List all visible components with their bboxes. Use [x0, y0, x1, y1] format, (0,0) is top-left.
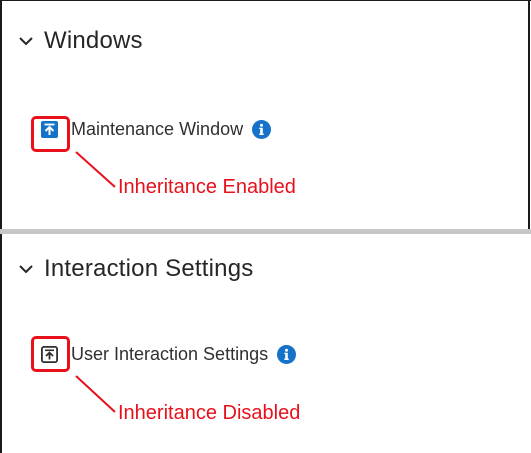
setting-row-user-interaction-settings: User Interaction Settings	[40, 342, 297, 366]
setting-row-maintenance-window: Maintenance Window	[41, 117, 272, 141]
callout-pointer-line	[75, 375, 116, 413]
section-title: Windows	[44, 27, 143, 54]
section-header-windows[interactable]: Windows	[18, 26, 143, 56]
setting-label: User Interaction Settings	[71, 343, 269, 364]
info-icon[interactable]	[252, 119, 272, 139]
callout-label: Inheritance Disabled	[118, 402, 301, 424]
section-divider	[0, 229, 531, 234]
chevron-down-icon	[18, 33, 34, 49]
frame-border-right	[528, 0, 530, 232]
callout-highlight-box	[31, 336, 70, 372]
section-title: Interaction Settings	[44, 255, 254, 282]
frame-border-left	[0, 0, 2, 453]
callout-label: Inheritance Enabled	[118, 176, 296, 198]
setting-label: Maintenance Window	[71, 118, 244, 139]
info-icon[interactable]	[277, 344, 297, 364]
callout-pointer-line	[75, 151, 116, 188]
chevron-down-icon	[18, 261, 34, 277]
frame-border-top	[0, 0, 531, 1]
callout-highlight-box	[31, 116, 70, 152]
section-header-interaction-settings[interactable]: Interaction Settings	[18, 254, 253, 284]
